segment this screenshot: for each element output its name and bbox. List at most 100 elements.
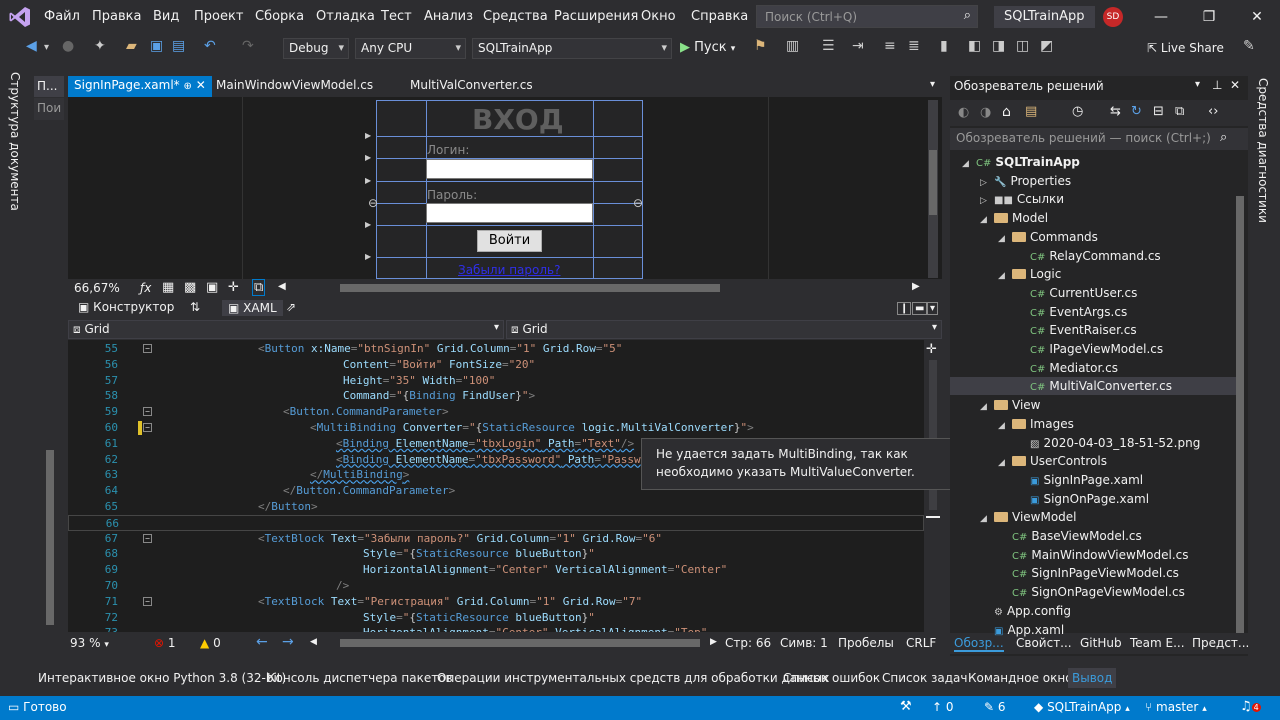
designer-tab[interactable]: ▣ Конструктор — [78, 300, 174, 314]
expand-arrow-icon[interactable]: ◢ — [998, 267, 1012, 285]
fold-toggle-icon[interactable]: − — [143, 344, 152, 353]
tree-item[interactable]: ▷ 🔧 Properties — [950, 172, 1236, 190]
handle-icon[interactable]: ⊖ — [368, 196, 378, 210]
search-box[interactable]: Поиск (Ctrl+Q) ⌕ — [756, 5, 978, 28]
designer-h-thumb[interactable] — [340, 284, 720, 292]
tree-item[interactable]: ▷ ■■ Ссылки — [950, 190, 1236, 208]
unpushed-commits[interactable]: ↑ 0 — [932, 700, 954, 714]
row-marker-icon[interactable]: ▶ — [365, 176, 371, 185]
line-indicator[interactable]: Стр: 66 — [725, 636, 771, 650]
tree-item[interactable]: ◢ View — [950, 396, 1236, 414]
pending-edits[interactable]: ✎ 6 — [984, 700, 1006, 714]
tool-window-tab[interactable]: Командное окно — [968, 671, 1073, 685]
artboard-icon[interactable]: ▣ — [206, 280, 218, 295]
save-all-icon[interactable]: ▤ — [172, 38, 185, 54]
show-all-files-icon[interactable]: ⧉ — [1175, 104, 1184, 119]
editor-zoom[interactable]: 93 % ▾ — [70, 636, 109, 650]
tree-item[interactable]: C# Mediator.cs — [950, 359, 1236, 377]
solution-bottom-tab[interactable]: Предст... — [1192, 636, 1249, 650]
next-issue-icon[interactable]: → — [282, 634, 294, 650]
spaces-indicator[interactable]: Пробелы — [838, 636, 894, 650]
row-marker-icon[interactable]: ▶ — [365, 252, 371, 261]
feedback-icon[interactable]: ✎ — [1243, 38, 1255, 54]
code-line[interactable]: 55 − <Button x:Name="btnSignIn" Grid.Colum… — [68, 341, 924, 357]
forward-icon[interactable]: ● — [62, 38, 74, 54]
redo-icon[interactable]: ↷ — [242, 38, 254, 54]
scroll-right-icon[interactable]: ▶ — [912, 281, 920, 292]
horizontal-split-icon[interactable]: ▬ — [912, 302, 928, 315]
h-scroll-left-icon[interactable]: ◀ — [310, 637, 317, 647]
tree-item[interactable]: C# SignInPageViewModel.cs — [950, 564, 1236, 582]
branch-indicator[interactable]: ⑂ master ▴ — [1145, 700, 1207, 714]
document-outline-tab[interactable]: Структура документа — [8, 72, 22, 211]
menu-item[interactable]: Вид — [153, 9, 179, 24]
handle-icon[interactable]: ⊖ — [633, 196, 643, 210]
fold-toggle-icon[interactable]: − — [143, 596, 152, 606]
xaml-tab[interactable]: ▣ XAML — [222, 300, 283, 316]
sol-back-icon[interactable]: ◐ — [958, 105, 969, 120]
code-view-icon[interactable]: ‹› — [1208, 104, 1218, 119]
uncomment-icon[interactable]: ≣ — [908, 38, 920, 54]
nav-combo-left[interactable]: ⧈ Grid ▾ — [68, 320, 504, 339]
switch-views-icon[interactable]: ▤ — [1025, 104, 1037, 119]
warnings-indicator[interactable]: ▲ 0 — [200, 636, 221, 650]
refresh-icon[interactable]: ↻ — [1131, 104, 1142, 119]
code-line[interactable]: 67 − <TextBlock Text="Забыли пароль?" Grid… — [68, 531, 924, 547]
bookmark-prev-icon[interactable]: ◧ — [968, 38, 981, 54]
tool-window-tab[interactable]: Список задач — [882, 671, 968, 685]
solution-bottom-tab[interactable]: GitHub — [1080, 636, 1122, 650]
menu-item[interactable]: Средства — [483, 9, 548, 24]
home-icon[interactable]: ⌂ — [1002, 104, 1011, 120]
code-line[interactable]: 58 Command="{Binding FindUser}"> — [68, 388, 924, 404]
solution-bottom-tab[interactable]: Обозр... — [954, 636, 1004, 652]
tree-item[interactable]: ◢ C# SQLTrainApp — [950, 153, 1236, 171]
notifications[interactable]: ♫ 4 — [1240, 699, 1261, 714]
code-line[interactable]: 57 Height="35" Width="100" — [68, 373, 924, 389]
code-line[interactable]: 71 − <TextBlock Text="Регистрация" Grid.Co… — [68, 594, 924, 610]
tree-item[interactable]: C# CurrentUser.cs — [950, 284, 1236, 302]
open-folder-icon[interactable]: ▰ — [126, 38, 137, 54]
menu-item[interactable]: Окно — [641, 9, 676, 24]
tree-item[interactable]: C# SignOnPageViewModel.cs — [950, 583, 1236, 601]
swap-panes-icon[interactable]: ⇅ — [190, 300, 200, 314]
menu-item[interactable]: Справка — [691, 9, 748, 24]
code-line[interactable]: 65 </Button> — [68, 499, 924, 515]
expand-arrow-icon[interactable]: ▷ — [980, 192, 994, 210]
menu-item[interactable]: Правка — [92, 9, 141, 24]
left-scrollbar[interactable] — [46, 450, 54, 625]
tree-item[interactable]: ◢ Commands — [950, 228, 1236, 246]
code-line[interactable]: 68 Style="{StaticResource blueButton}" — [68, 546, 924, 562]
expand-arrow-icon[interactable]: ◢ — [980, 211, 994, 229]
code-line[interactable]: 70 /> — [68, 578, 924, 594]
collapse-pane-icon[interactable]: ▾ — [927, 302, 939, 315]
pin-panel-icon[interactable]: ⊥ — [1212, 78, 1222, 92]
solution-v-thumb[interactable] — [1236, 196, 1244, 636]
tree-item[interactable]: ▣ SignInPage.xaml — [950, 471, 1236, 489]
code-line[interactable]: 69 HorizontalAlignment="Center" VerticalA… — [68, 562, 924, 578]
config-combo[interactable]: Debug — [283, 38, 349, 59]
menu-item[interactable]: Сборка — [255, 9, 304, 24]
nav-combo-right[interactable]: ⧈ Grid ▾ — [506, 320, 942, 339]
row-marker-icon[interactable]: ▶ — [365, 131, 371, 140]
code-line[interactable]: 72 Style="{StaticResource blueButton}" — [68, 610, 924, 626]
designer-v-thumb[interactable] — [929, 150, 937, 215]
back-dropdown-icon[interactable]: ▾ — [44, 42, 49, 53]
pending-changes-icon[interactable]: ◷ — [1072, 104, 1083, 119]
fold-toggle-icon[interactable]: − — [143, 407, 152, 417]
tree-item[interactable]: ◢ Model — [950, 209, 1236, 227]
sol-forward-icon[interactable]: ◑ — [980, 105, 991, 120]
device-preview-icon[interactable]: ⧉ — [252, 279, 266, 296]
expand-arrow-icon[interactable]: ◢ — [980, 510, 994, 528]
h-scroll-right-icon[interactable]: ▶ — [710, 637, 717, 647]
live-share-button[interactable]: ⇱ Live Share — [1147, 41, 1224, 55]
popout-icon[interactable]: ⇗ — [286, 300, 296, 314]
forgot-password-link[interactable]: Забыли пароль? — [458, 263, 560, 277]
expand-arrow-icon[interactable]: ◢ — [980, 398, 994, 416]
solution-bottom-tab[interactable]: Team E... — [1130, 636, 1185, 650]
designer-icon[interactable]: ▥ — [786, 38, 799, 54]
row-marker-icon[interactable]: ▶ — [365, 153, 371, 162]
tree-item[interactable]: ◢ Logic — [950, 265, 1236, 283]
menu-item[interactable]: Проект — [194, 9, 243, 24]
tree-item[interactable]: ◢ Images — [950, 415, 1236, 433]
expand-arrow-icon[interactable]: ◢ — [998, 417, 1012, 435]
